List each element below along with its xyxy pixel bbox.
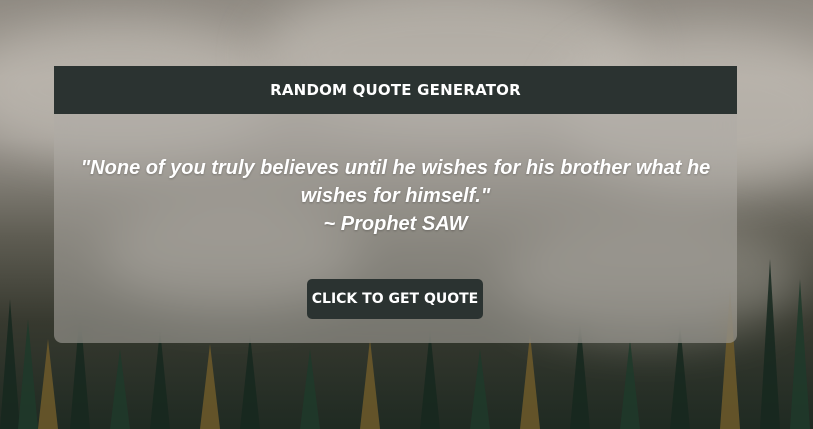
quote-block: "None of you truly believes until he wis…	[54, 154, 737, 238]
get-quote-button[interactable]: CLICK TO GET QUOTE	[307, 279, 483, 319]
tree-decoration	[520, 334, 540, 429]
tree-decoration	[360, 339, 380, 429]
tree-decoration	[620, 339, 640, 429]
app-title: RANDOM QUOTE GENERATOR	[270, 81, 521, 99]
tree-decoration	[0, 299, 20, 429]
tree-decoration	[420, 329, 440, 429]
tree-decoration	[790, 279, 810, 429]
tree-decoration	[760, 259, 780, 429]
quote-text: "None of you truly believes until he wis…	[80, 157, 711, 207]
tree-decoration	[200, 344, 220, 429]
app-header: RANDOM QUOTE GENERATOR	[54, 66, 737, 114]
background-forest-scene: RANDOM QUOTE GENERATOR "None of you trul…	[0, 0, 813, 429]
tree-decoration	[470, 349, 490, 429]
tree-decoration	[240, 334, 260, 429]
tree-decoration	[150, 329, 170, 429]
tree-decoration	[300, 349, 320, 429]
quote-card: RANDOM QUOTE GENERATOR "None of you trul…	[54, 66, 737, 343]
tree-decoration	[38, 339, 58, 429]
tree-decoration	[18, 319, 38, 429]
tree-decoration	[110, 349, 130, 429]
quote-author: ~ Prophet SAW	[323, 213, 468, 235]
